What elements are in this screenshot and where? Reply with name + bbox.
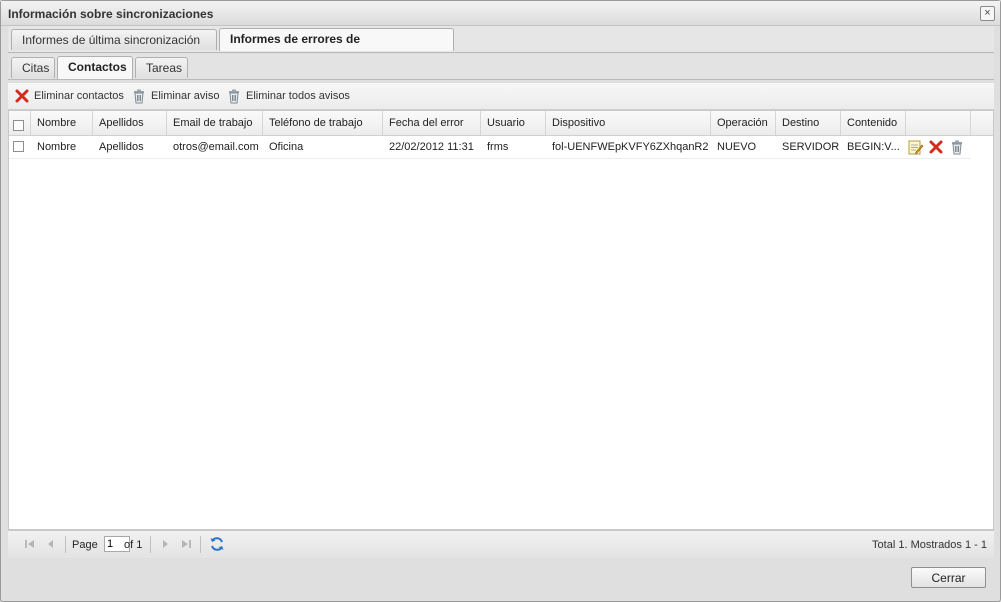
column-nombre[interactable]: Nombre — [31, 111, 93, 135]
window-titlebar[interactable]: Información sobre sincronizaciones × — [1, 1, 1000, 26]
column-usuario[interactable]: Usuario — [481, 111, 546, 135]
cell-fecha: 22/02/2012 11:31 — [389, 141, 474, 153]
refresh-icon[interactable] — [209, 536, 225, 552]
outer-tabs: Informes de última sincronización lenta … — [8, 26, 994, 68]
column-apellidos[interactable]: Apellidos — [93, 111, 167, 135]
cell-dispositivo: fol-UENFWEpKVFY6ZXhqanR2 — [552, 141, 709, 153]
column-fecha[interactable]: Fecha del error — [383, 111, 481, 135]
tab-last-slow-sync[interactable]: Informes de última sincronización lenta — [11, 29, 217, 68]
next-page-icon[interactable] — [158, 537, 172, 551]
delete-all-notices-label: Eliminar todos avisos — [246, 90, 350, 103]
prev-page-icon[interactable] — [44, 537, 58, 551]
column-telefono[interactable]: Teléfono de trabajo — [263, 111, 383, 135]
last-page-icon[interactable] — [179, 537, 193, 551]
separator — [200, 536, 201, 553]
tab-citas[interactable]: Citas — [11, 57, 55, 78]
edit-note-icon[interactable] — [907, 139, 923, 155]
tab-tareas[interactable]: Tareas — [135, 57, 188, 78]
header-select-cell — [9, 111, 31, 135]
trash-icon — [229, 89, 239, 104]
column-destino[interactable]: Destino — [776, 111, 841, 135]
red-x-icon — [15, 89, 29, 103]
tab-sync-errors[interactable]: Informes de errores de sincronización — [219, 28, 454, 67]
page-label: Page — [72, 539, 98, 551]
column-email[interactable]: Email de trabajo — [167, 111, 263, 135]
delete-notice-label: Eliminar aviso — [151, 90, 220, 103]
close-button[interactable]: Cerrar — [911, 567, 986, 588]
paging-toolbar: Page of 1 Total 1. Mostrados 1 - 1 — [8, 530, 994, 558]
delete-contacts-label: Eliminar contactos — [34, 90, 124, 103]
sync-info-window: Información sobre sincronizaciones × Inf… — [0, 0, 1001, 602]
table-row[interactable]: Nombre Apellidos otros@email.com Oficina… — [9, 136, 971, 159]
window-footer: Cerrar — [8, 558, 994, 598]
column-operacion[interactable]: Operación — [711, 111, 776, 135]
errors-grid: Nombre Apellidos Email de trabajo Teléfo… — [8, 110, 994, 530]
column-dispositivo[interactable]: Dispositivo — [546, 111, 711, 135]
select-all-checkbox[interactable] — [13, 120, 24, 131]
inner-tabs: Citas Contactos Tareas — [8, 54, 994, 80]
toolbar: Eliminar contactos Eliminar aviso Elimin… — [8, 83, 994, 110]
separator — [65, 536, 66, 553]
row-checkbox[interactable] — [13, 141, 24, 152]
cell-nombre: Nombre — [37, 141, 77, 153]
cell-operacion: NUEVO — [717, 141, 757, 153]
cell-contenido: BEGIN:V... — [847, 141, 900, 153]
trash-icon — [134, 89, 144, 104]
separator — [150, 536, 151, 553]
delete-all-notices-button[interactable]: Eliminar todos avisos — [226, 87, 350, 105]
delete-x-icon[interactable] — [928, 139, 944, 155]
delete-notice-button[interactable]: Eliminar aviso — [131, 87, 219, 105]
tab-contactos[interactable]: Contactos — [57, 56, 133, 79]
cell-apellidos: Apellidos — [99, 141, 144, 153]
cell-usuario: frms — [487, 141, 509, 153]
column-contenido[interactable]: Contenido — [841, 111, 906, 135]
trash-icon[interactable] — [949, 139, 965, 155]
page-count-label: of 1 — [124, 539, 143, 551]
cell-destino: SERVIDOR — [782, 141, 840, 153]
column-actions — [906, 111, 971, 135]
window-title: Información sobre sincronizaciones — [8, 7, 214, 21]
close-icon[interactable]: × — [980, 6, 995, 21]
delete-contacts-button[interactable]: Eliminar contactos — [14, 87, 124, 105]
cell-email: otros@email.com — [173, 141, 259, 153]
first-page-icon[interactable] — [23, 537, 37, 551]
cell-telefono: Oficina — [269, 141, 304, 153]
paging-summary: Total 1. Mostrados 1 - 1 — [872, 539, 987, 551]
row-select-cell — [9, 136, 31, 158]
grid-header: Nombre Apellidos Email de trabajo Teléfo… — [9, 111, 993, 136]
